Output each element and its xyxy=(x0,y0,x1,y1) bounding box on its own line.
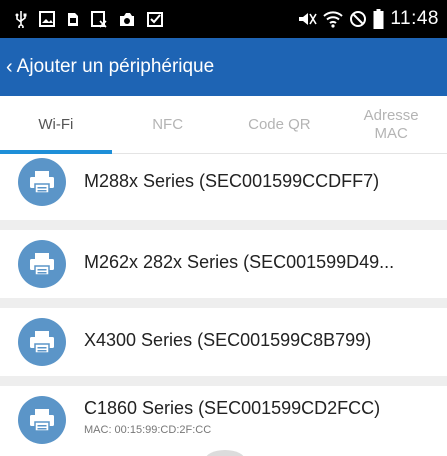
list-item[interactable]: X4300 Series (SEC001599C8B799) xyxy=(0,308,447,376)
printer-icon xyxy=(30,253,54,276)
status-bar-system: 11:48 xyxy=(291,8,439,30)
list-item[interactable]: M262x 282x Series (SEC001599D49... xyxy=(0,230,447,298)
printer-icon xyxy=(30,331,54,354)
tab-wifi[interactable]: Wi-Fi xyxy=(0,96,112,154)
device-mac: MAC: 00:15:99:CD:2F:CC xyxy=(84,424,212,436)
tab-nfc[interactable]: NFC xyxy=(112,96,224,153)
page-title[interactable]: Ajouter un périphérique xyxy=(17,56,215,78)
tab-qr-code[interactable]: Code QR xyxy=(224,96,336,153)
printer-icon xyxy=(30,409,54,432)
printer-avatar xyxy=(18,240,66,288)
device-name: M288x Series (SEC001599CCDFF7) xyxy=(84,171,380,191)
status-time: 11:48 xyxy=(390,8,439,29)
app-bar: ‹ Ajouter un périphérique xyxy=(0,38,447,96)
battery-icon xyxy=(373,9,384,29)
device-list: M288x Series (SEC001599CCDFF7) M262x 282… xyxy=(0,155,447,456)
usb-icon xyxy=(14,10,28,28)
tab-label: Code QR xyxy=(248,115,311,133)
printer-avatar xyxy=(18,318,66,366)
list-item[interactable]: C1860 Series (SEC001599CD2FCC) MAC: 00:1… xyxy=(0,386,447,456)
tab-label: NFC xyxy=(152,115,184,133)
wifi-icon xyxy=(323,10,344,28)
device-name: X4300 Series (SEC001599C8B799) xyxy=(84,330,372,350)
list-item[interactable]: M288x Series (SEC001599CCDFF7) xyxy=(0,155,447,220)
tab-label-line1: Adresse xyxy=(363,107,419,125)
printer-avatar xyxy=(18,396,66,444)
mute-icon xyxy=(297,10,318,28)
tab-label-container: Adresse MAC xyxy=(364,107,419,142)
sim-icon xyxy=(66,10,80,28)
back-chevron-icon[interactable]: ‹ xyxy=(6,57,13,77)
tab-label: Wi-Fi xyxy=(38,115,74,133)
blocked-icon xyxy=(349,10,367,28)
camera-icon xyxy=(118,10,136,28)
gallery-icon xyxy=(38,10,56,28)
tab-mac-address[interactable]: Adresse MAC xyxy=(335,96,447,153)
nfc-card-icon xyxy=(90,10,108,28)
device-name: M262x 282x Series (SEC001599D49... xyxy=(84,252,395,272)
device-name: C1860 Series (SEC001599CD2FCC) xyxy=(84,398,381,418)
status-bar: 11:48 xyxy=(0,0,447,38)
printer-avatar xyxy=(18,158,66,206)
tab-label-line2: MAC xyxy=(374,124,408,142)
tab-bar: Wi-Fi NFC Code QR Adresse MAC xyxy=(0,96,447,154)
printer-icon xyxy=(30,171,54,194)
clipboard-check-icon xyxy=(146,10,164,28)
status-bar-notifications xyxy=(14,10,174,28)
